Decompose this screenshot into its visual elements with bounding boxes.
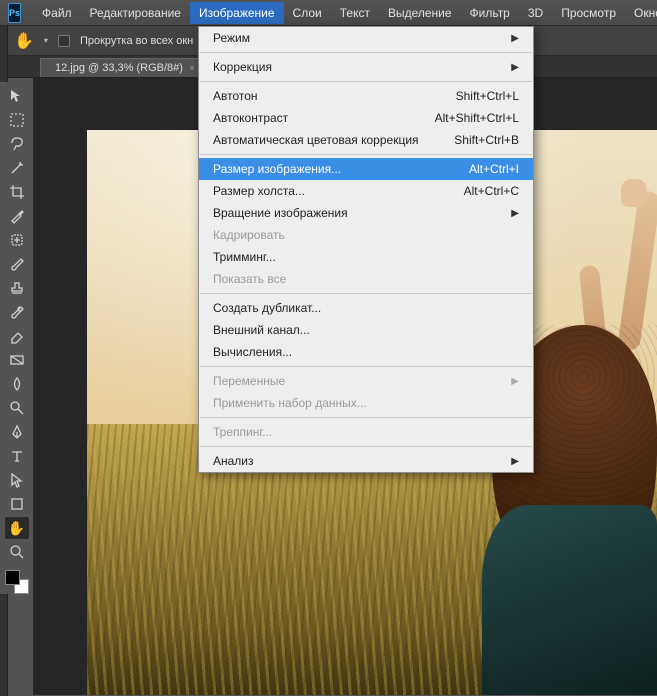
tool-dodge[interactable] xyxy=(5,397,29,419)
menu-separator xyxy=(200,417,532,418)
hand-icon: ✋ xyxy=(8,520,25,537)
menu-filter[interactable]: Фильтр xyxy=(461,2,519,24)
menu-item: Переменные ▶ xyxy=(199,370,533,392)
tool-brush[interactable] xyxy=(5,253,29,275)
menu-item-shortcut: Alt+Ctrl+I xyxy=(469,162,519,176)
tools-panel: ✋ xyxy=(0,82,33,594)
tool-stamp[interactable] xyxy=(5,277,29,299)
menu-item-label: Автотон xyxy=(213,89,258,103)
scroll-all-checkbox[interactable] xyxy=(58,35,70,47)
scroll-all-label: Прокрутка во всех окн xyxy=(80,35,193,47)
menu-item[interactable]: Размер изображения... Alt+Ctrl+I xyxy=(199,158,533,180)
submenu-arrow-icon: ▶ xyxy=(511,33,519,44)
tool-pen[interactable] xyxy=(5,421,29,443)
foreground-color-swatch[interactable] xyxy=(5,570,20,585)
app-logo: Ps xyxy=(8,3,21,23)
menu-item[interactable]: Внешний канал... xyxy=(199,319,533,341)
tool-path-select[interactable] xyxy=(5,469,29,491)
menu-select[interactable]: Выделение xyxy=(379,2,461,24)
menu-item-label: Кадрировать xyxy=(213,228,285,242)
tool-blur[interactable] xyxy=(5,373,29,395)
menu-item-shortcut: Alt+Ctrl+C xyxy=(464,184,519,198)
document-tab-label: 12.jpg @ 33,3% (RGB/8#) xyxy=(55,62,183,74)
tool-magic-wand[interactable] xyxy=(5,157,29,179)
tool-healing-brush[interactable] xyxy=(5,229,29,251)
tool-move[interactable] xyxy=(5,85,29,107)
image-menu-dropdown: Режим ▶ Коррекция ▶ Автотон Shift+Ctrl+L Авток… xyxy=(198,26,534,473)
menu-item[interactable]: Анализ ▶ xyxy=(199,450,533,472)
menu-item[interactable]: Вычисления... xyxy=(199,341,533,363)
menu-item-shortcut: Shift+Ctrl+B xyxy=(454,133,519,147)
tool-preset-caret-icon[interactable]: ▾ xyxy=(44,36,48,45)
menu-item-shortcut: Shift+Ctrl+L xyxy=(456,89,519,103)
menu-layers[interactable]: Слои xyxy=(284,2,331,24)
menu-3d[interactable]: 3D xyxy=(519,2,552,24)
menu-item-label: Создать дубликат... xyxy=(213,301,321,315)
menu-item: Кадрировать xyxy=(199,224,533,246)
tool-hand[interactable]: ✋ xyxy=(5,517,29,539)
tool-zoom[interactable] xyxy=(5,541,29,563)
menu-separator xyxy=(200,446,532,447)
menu-separator xyxy=(200,81,532,82)
submenu-arrow-icon: ▶ xyxy=(511,62,519,73)
color-swatches[interactable] xyxy=(5,570,29,594)
menu-item-label: Внешний канал... xyxy=(213,323,310,337)
tool-history-brush[interactable] xyxy=(5,301,29,323)
menu-item-label: Применить набор данных... xyxy=(213,396,367,410)
menu-item-label: Размер изображения... xyxy=(213,162,341,176)
menu-item-label: Автоматическая цветовая коррекция xyxy=(213,133,419,147)
menu-item[interactable]: Размер холста... Alt+Ctrl+C xyxy=(199,180,533,202)
menubar: Ps Файл Редактирование Изображение Слои … xyxy=(0,0,657,26)
menu-item: Треппинг... xyxy=(199,421,533,443)
menu-item[interactable]: Тримминг... xyxy=(199,246,533,268)
menu-item-label: Коррекция xyxy=(213,60,272,74)
menu-item-label: Режим xyxy=(213,31,250,45)
menu-image[interactable]: Изображение xyxy=(190,2,284,24)
submenu-arrow-icon: ▶ xyxy=(511,376,519,387)
menu-file[interactable]: Файл xyxy=(33,2,81,24)
menu-item: Показать все xyxy=(199,268,533,290)
tool-crop[interactable] xyxy=(5,181,29,203)
menu-item-label: Переменные xyxy=(213,374,285,388)
tool-lasso[interactable] xyxy=(5,133,29,155)
menu-text[interactable]: Текст xyxy=(331,2,379,24)
menu-separator xyxy=(200,366,532,367)
submenu-arrow-icon: ▶ xyxy=(511,208,519,219)
hand-tool-icon: ✋ xyxy=(14,31,34,51)
menu-item-label: Анализ xyxy=(213,454,254,468)
tool-type[interactable] xyxy=(5,445,29,467)
document-tab[interactable]: 12.jpg @ 33,3% (RGB/8#) × xyxy=(40,58,206,77)
menu-item-label: Вращение изображения xyxy=(213,206,348,220)
tool-eyedropper[interactable] xyxy=(5,205,29,227)
menu-item[interactable]: Автотон Shift+Ctrl+L xyxy=(199,85,533,107)
menu-item-label: Автоконтраст xyxy=(213,111,288,125)
tool-marquee[interactable] xyxy=(5,109,29,131)
menu-separator xyxy=(200,52,532,53)
menu-item[interactable]: Автоматическая цветовая коррекция Shift+C… xyxy=(199,129,533,151)
tool-gradient[interactable] xyxy=(5,349,29,371)
menu-item[interactable]: Коррекция ▶ xyxy=(199,56,533,78)
menu-item-label: Вычисления... xyxy=(213,345,292,359)
submenu-arrow-icon: ▶ xyxy=(511,456,519,467)
tool-shape[interactable] xyxy=(5,493,29,515)
menu-window[interactable]: Окно xyxy=(625,2,657,24)
menu-item: Применить набор данных... xyxy=(199,392,533,414)
menu-view[interactable]: Просмотр xyxy=(552,2,625,24)
tool-eraser[interactable] xyxy=(5,325,29,347)
menu-item-label: Размер холста... xyxy=(213,184,305,198)
menu-item[interactable]: Автоконтраст Alt+Shift+Ctrl+L xyxy=(199,107,533,129)
close-icon[interactable]: × xyxy=(189,63,195,74)
menu-item-shortcut: Alt+Shift+Ctrl+L xyxy=(435,111,519,125)
menu-item[interactable]: Режим ▶ xyxy=(199,27,533,49)
menu-item-label: Показать все xyxy=(213,272,286,286)
menu-separator xyxy=(200,154,532,155)
menu-item[interactable]: Создать дубликат... xyxy=(199,297,533,319)
menu-edit[interactable]: Редактирование xyxy=(81,2,190,24)
menu-item[interactable]: Вращение изображения ▶ xyxy=(199,202,533,224)
menu-item-label: Треппинг... xyxy=(213,425,272,439)
menu-item-label: Тримминг... xyxy=(213,250,276,264)
menu-separator xyxy=(200,293,532,294)
